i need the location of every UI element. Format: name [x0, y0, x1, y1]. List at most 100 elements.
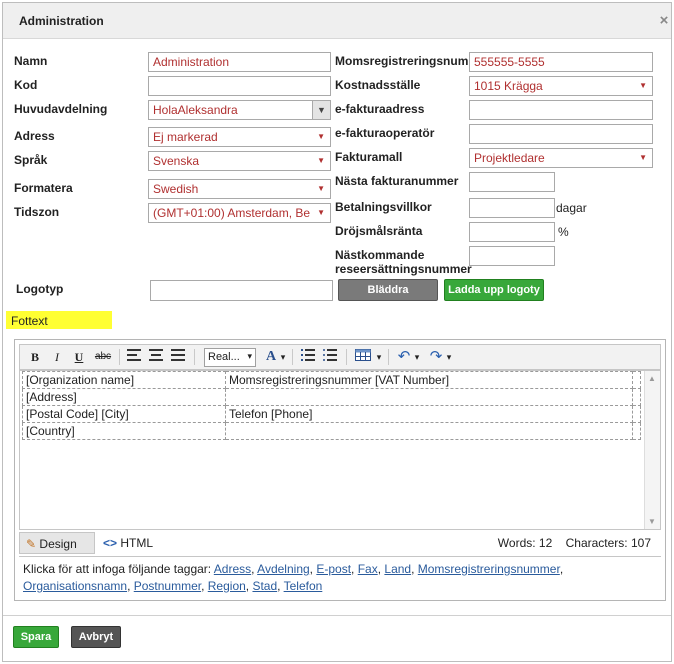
einvoice-operator-field[interactable]	[469, 124, 653, 144]
table-cell[interactable]: Momsregistreringsnummer [VAT Number]	[225, 371, 633, 389]
name-label: Namn	[14, 54, 48, 68]
close-icon[interactable]: ×	[657, 12, 671, 29]
bullet-list-icon[interactable]	[320, 348, 340, 366]
tab-html[interactable]: <> HTML	[97, 532, 161, 554]
percent-unit: %	[558, 225, 569, 239]
italic-button[interactable]: I	[48, 348, 66, 366]
chevron-down-icon[interactable]: ▾	[278, 348, 288, 366]
align-center-icon[interactable]	[146, 348, 166, 366]
toolbar-separator	[119, 349, 120, 365]
numbered-list-icon[interactable]	[298, 348, 318, 366]
tag-link[interactable]: Postnummer	[134, 579, 201, 593]
pencil-icon: ✎	[26, 537, 37, 551]
cost-center-select[interactable]: 1015 Krägga	[469, 76, 653, 96]
main-dept-combobox[interactable]: HolaAleksandra ▼	[148, 100, 331, 120]
tag-link[interactable]: E-post	[316, 562, 351, 576]
invoice-template-select[interactable]: Projektledare	[469, 148, 653, 168]
logo-label: Logotyp	[16, 282, 64, 296]
table-cell[interactable]: Telefon [Phone]	[225, 405, 633, 423]
code-field[interactable]	[148, 76, 331, 96]
format-select[interactable]: Swedish	[148, 179, 331, 199]
table-cell[interactable]	[632, 405, 641, 423]
save-button[interactable]: Spara	[13, 626, 59, 648]
main-dept-label: Huvudavdelning	[14, 102, 108, 116]
tag-link[interactable]: Land	[384, 562, 411, 576]
cancel-button[interactable]: Avbryt	[71, 626, 121, 648]
scroll-down-icon[interactable]: ▼	[648, 517, 656, 526]
strikethrough-button[interactable]: abc	[92, 348, 114, 366]
table-cell[interactable]: [Organization name]	[22, 371, 226, 389]
tags-intro: Klicka för att infoga följande taggar:	[23, 562, 212, 576]
timezone-label: Tidszon	[14, 205, 60, 219]
table-cell[interactable]: [Address]	[22, 388, 226, 406]
chevron-down-icon[interactable]: ▾	[374, 348, 384, 366]
fottext-label: Fottext	[11, 314, 48, 328]
administration-dialog: Administration × Namn Administration Kod…	[2, 2, 672, 662]
editor-mode-tabs: ✎ Design <> HTML Words: 12 Characters: 1…	[19, 532, 661, 554]
address-label: Adress	[14, 129, 55, 143]
late-interest-field[interactable]	[469, 222, 555, 242]
upload-logo-button[interactable]: Ladda upp logoty	[444, 279, 544, 301]
vat-field[interactable]: 555555-5555	[469, 52, 653, 72]
code-label: Kod	[14, 78, 38, 92]
underline-button[interactable]: U	[70, 348, 88, 366]
editor-scrollbar[interactable]: ▲ ▼	[644, 371, 660, 529]
table-cell[interactable]	[632, 388, 641, 406]
align-left-icon[interactable]	[124, 348, 144, 366]
tag-link[interactable]: Stad	[252, 579, 277, 593]
table-cell[interactable]: [Postal Code] [City]	[22, 405, 226, 423]
chevron-down-icon[interactable]: ▾	[444, 348, 454, 366]
tag-link[interactable]: Fax	[358, 562, 378, 576]
insert-tags-panel: Klicka för att infoga följande taggar: A…	[19, 556, 661, 600]
editor-toolbar: B I U abc Real... ▾ A ▾ ▾ ↶ ▾ ↷ ▾	[19, 344, 661, 370]
tab-design[interactable]: ✎ Design	[19, 532, 95, 554]
editor-content-area[interactable]: [Organization name] Momsregistreringsnum…	[19, 370, 661, 530]
toolbar-separator	[292, 349, 293, 365]
redo-icon[interactable]: ↷	[426, 348, 446, 366]
main-dept-value: HolaAleksandra	[153, 103, 238, 117]
toolbar-separator	[388, 349, 389, 365]
table-row: [Postal Code] [City] Telefon [Phone]	[22, 405, 641, 423]
name-field[interactable]: Administration	[148, 52, 331, 72]
code-icon: <>	[103, 536, 118, 550]
table-cell[interactable]	[632, 422, 641, 440]
table-cell[interactable]	[225, 422, 633, 440]
table-cell[interactable]: [Country]	[22, 422, 226, 440]
table-icon[interactable]	[352, 348, 374, 366]
character-count: Characters: 107	[565, 536, 651, 550]
language-select[interactable]: Svenska	[148, 151, 331, 171]
bold-button[interactable]: B	[26, 348, 44, 366]
tab-html-label: HTML	[120, 536, 154, 550]
timezone-select[interactable]: (GMT+01:00) Amsterdam, Be	[148, 203, 331, 223]
cost-center-label: Kostnadsställe	[335, 78, 421, 92]
browse-button[interactable]: Bläddra	[338, 279, 438, 301]
font-select[interactable]: Real... ▾	[204, 348, 256, 367]
tag-link[interactable]: Region	[208, 579, 246, 593]
table-cell[interactable]	[225, 388, 633, 406]
address-select[interactable]: Ej markerad	[148, 127, 331, 147]
einvoice-address-field[interactable]	[469, 100, 653, 120]
scroll-up-icon[interactable]: ▲	[648, 374, 656, 383]
logo-file-field[interactable]	[150, 280, 333, 301]
table-row: [Address]	[22, 388, 641, 406]
days-unit: dagar	[556, 201, 587, 215]
table-row: [Organization name] Momsregistreringsnum…	[22, 371, 641, 389]
undo-icon[interactable]: ↶	[394, 348, 414, 366]
late-interest-label: Dröjsmålsränta	[335, 224, 423, 238]
combo-dropdown-icon[interactable]: ▼	[312, 101, 330, 119]
payment-terms-field[interactable]	[469, 198, 555, 218]
chevron-down-icon[interactable]: ▾	[412, 348, 422, 366]
tab-design-label: Design	[39, 537, 77, 551]
einvoice-address-label: e-fakturaadress	[335, 102, 425, 116]
tag-link[interactable]: Organisationsnamn	[23, 579, 127, 593]
align-justify-icon[interactable]	[168, 348, 188, 366]
next-reimb-field[interactable]	[469, 246, 555, 266]
next-invoice-field[interactable]	[469, 172, 555, 192]
font-select-value: Real...	[208, 351, 240, 363]
tag-link[interactable]: Telefon	[284, 579, 323, 593]
tag-link[interactable]: Avdelning	[257, 562, 310, 576]
dialog-title: Administration	[19, 14, 104, 28]
table-cell[interactable]	[632, 371, 641, 389]
tag-link[interactable]: Momsregistreringsnummer	[418, 562, 560, 576]
tag-link[interactable]: Adress	[214, 562, 251, 576]
